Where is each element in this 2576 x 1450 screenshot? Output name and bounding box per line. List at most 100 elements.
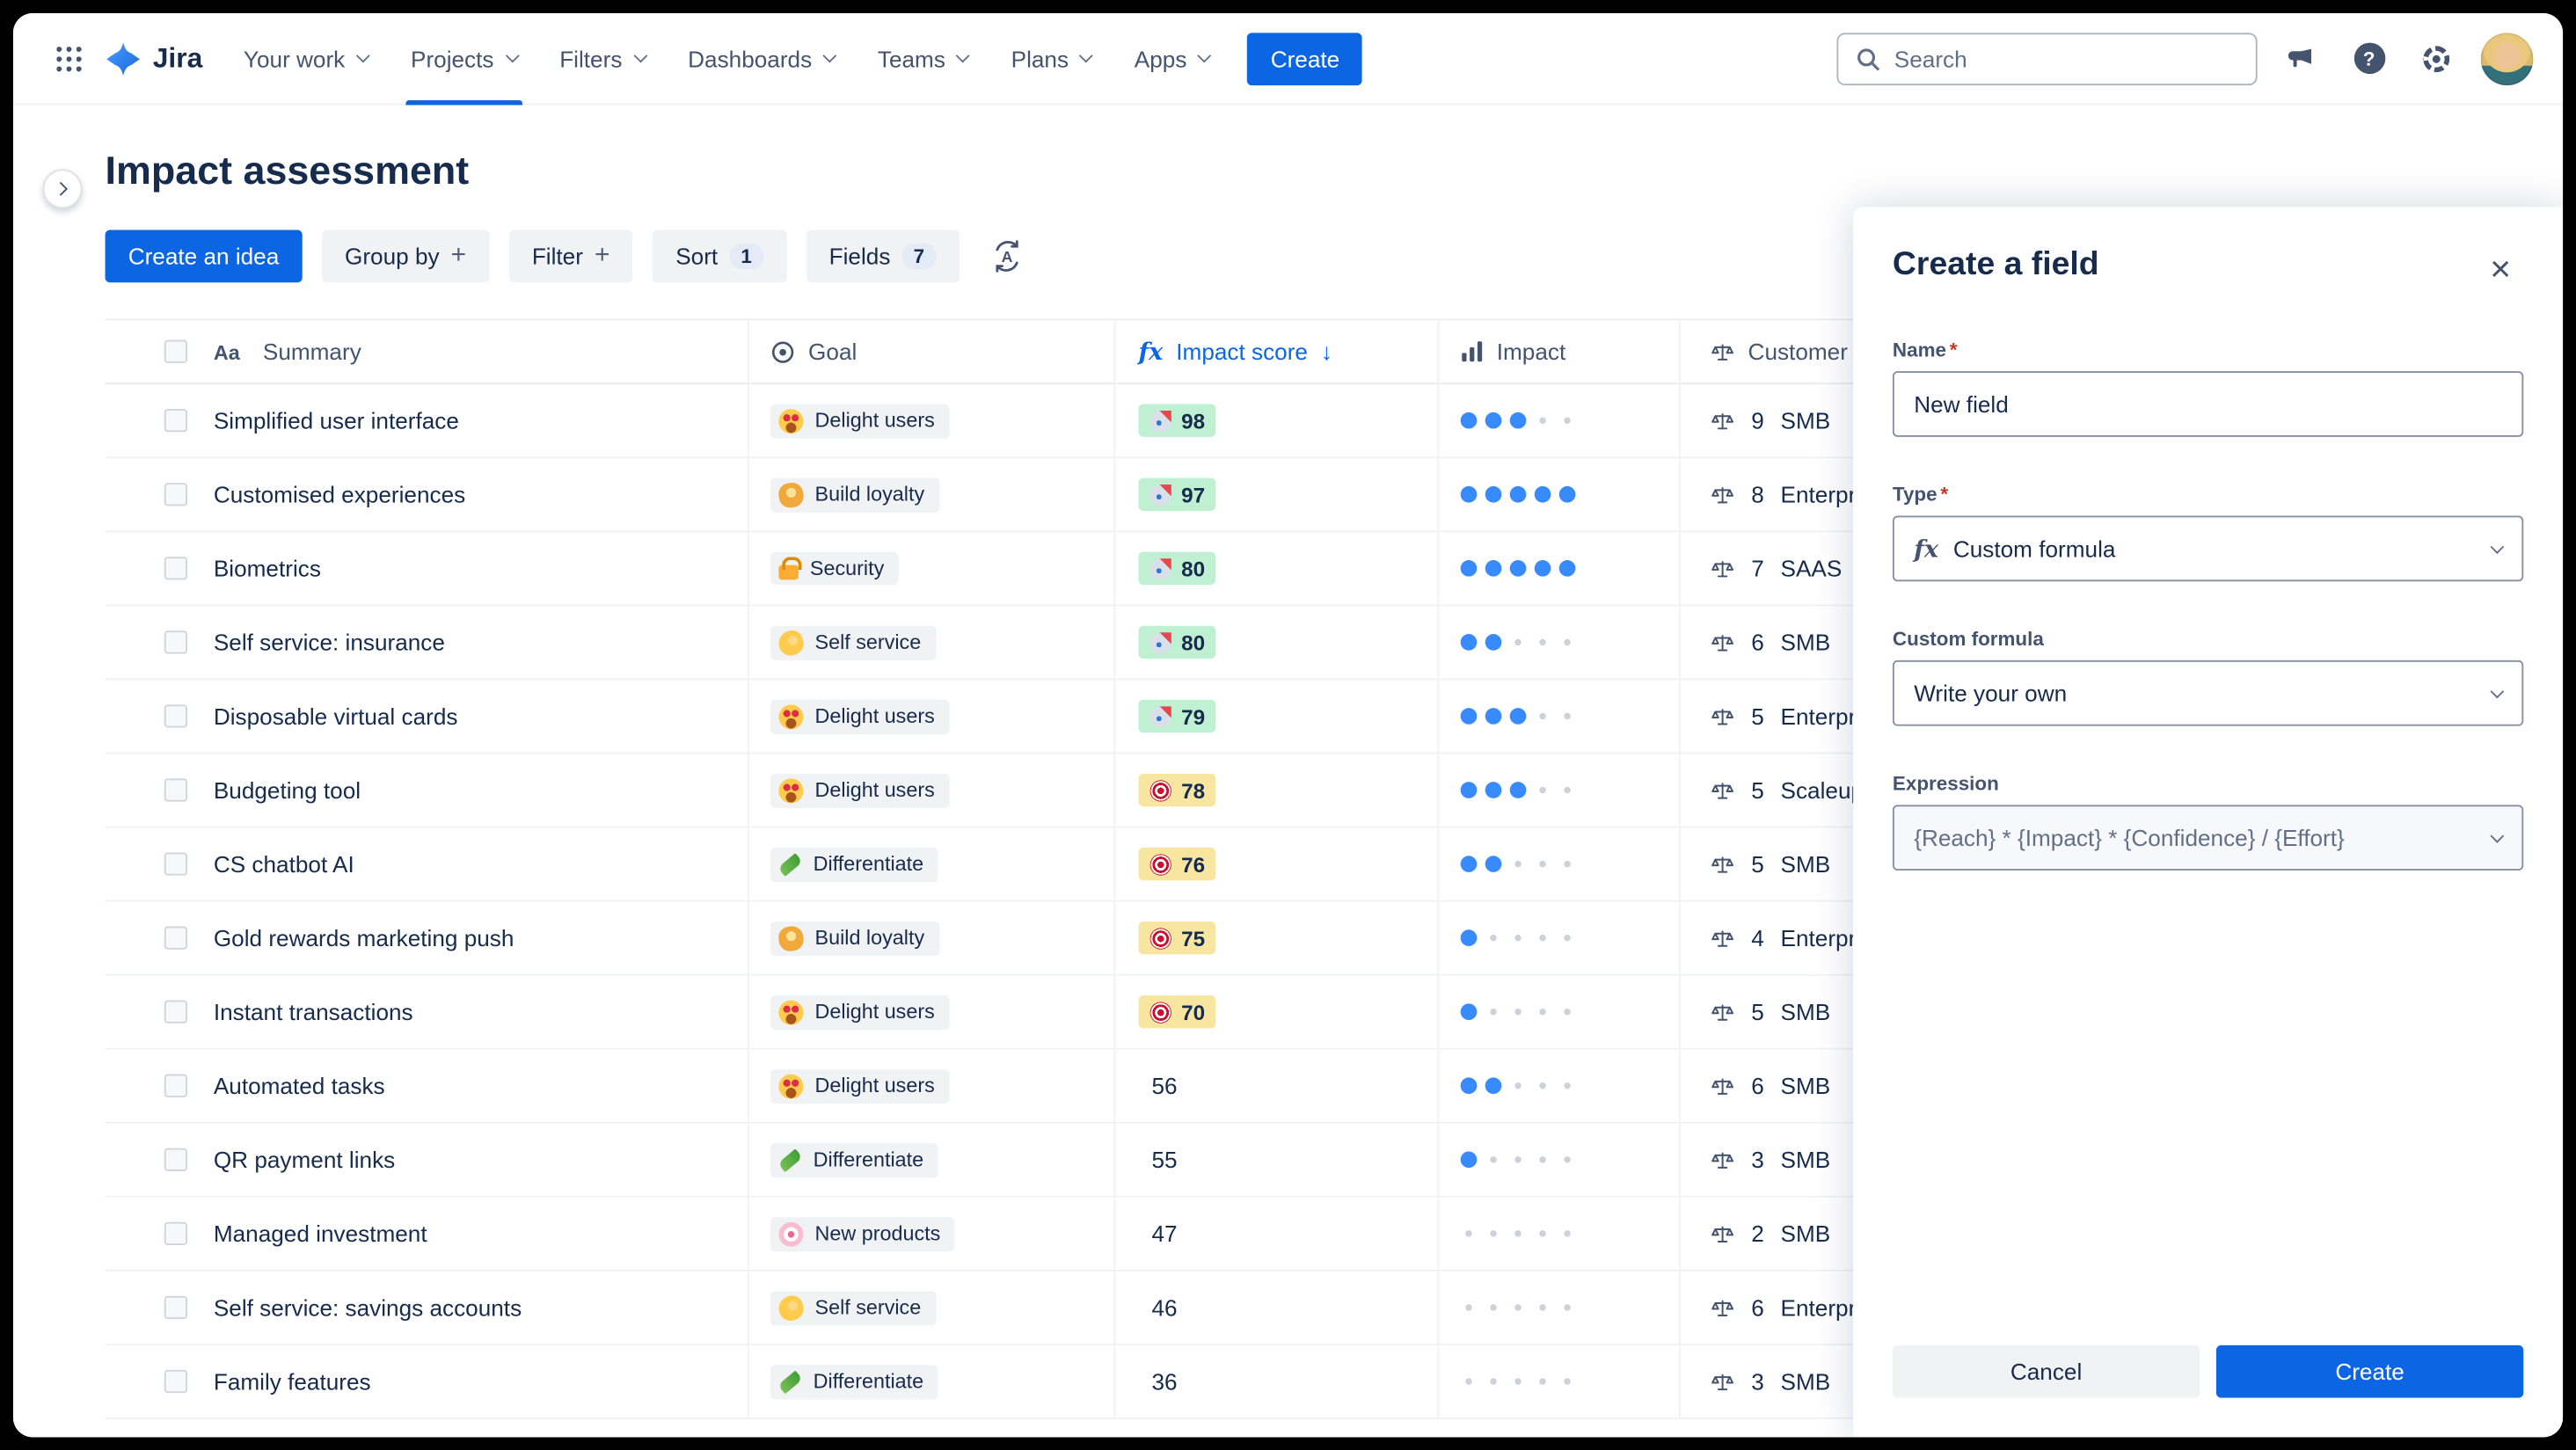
global-create-button[interactable]: Create <box>1247 32 1363 85</box>
impact-score-value: 78 <box>1181 777 1206 803</box>
goal-emoji-icon <box>778 557 802 580</box>
table-row[interactable]: Instant transactions Delight users 70 5 … <box>105 975 2093 1050</box>
row-checkbox[interactable] <box>164 409 187 433</box>
user-avatar[interactable] <box>2480 32 2534 85</box>
nav-item-apps[interactable]: Apps <box>1113 13 1231 105</box>
table-row[interactable]: QR payment links Differentiate 55 3 SMB <box>105 1123 2093 1198</box>
chevron-down-icon <box>956 47 971 62</box>
row-checkbox[interactable] <box>164 1221 187 1245</box>
impact-score-value: 47 <box>1151 1220 1178 1247</box>
row-checkbox[interactable] <box>164 704 187 728</box>
row-checkbox[interactable] <box>164 778 187 802</box>
table-row[interactable]: Simplified user interface Delight users … <box>105 384 2093 459</box>
nav-item-your-work[interactable]: Your work <box>223 13 390 105</box>
nav-item-plans[interactable]: Plans <box>989 13 1113 105</box>
impact-score-value: 80 <box>1181 630 1206 655</box>
announcements-button[interactable] <box>2279 35 2324 81</box>
type-select[interactable]: fx Custom formula <box>1892 515 2524 582</box>
create-idea-button[interactable]: Create an idea <box>105 230 303 283</box>
table-row[interactable]: Biometrics Security 80 7 SAAS <box>105 532 2093 607</box>
table-row[interactable]: Customised experiences Build loyalty 97 … <box>105 458 2093 533</box>
chevron-down-icon <box>2490 828 2505 843</box>
help-button[interactable]: ? <box>2346 35 2392 81</box>
goal-chip: Self service <box>770 1290 937 1325</box>
table-row[interactable]: Self service: savings accounts Self serv… <box>105 1271 2093 1345</box>
column-header-summary[interactable]: Aa Summary <box>197 320 748 383</box>
customer-label: SAAS <box>1780 555 1843 582</box>
table-row[interactable]: Gold rewards marketing push Build loyalt… <box>105 901 2093 976</box>
sidebar-expand-button[interactable] <box>42 169 83 209</box>
goal-emoji-icon <box>777 1369 803 1394</box>
select-all-checkbox[interactable] <box>164 339 187 363</box>
goal-label: Differentiate <box>813 852 924 876</box>
goal-label: Delight users <box>814 1000 935 1024</box>
table-row[interactable]: Managed investment New products 47 2 SMB <box>105 1197 2093 1271</box>
table-row[interactable]: Family features Differentiate 36 3 SMB <box>105 1344 2093 1419</box>
nav-right-cluster: ? <box>1836 32 2534 85</box>
row-checkbox[interactable] <box>164 1148 187 1171</box>
row-checkbox[interactable] <box>164 483 187 506</box>
nav-item-dashboards[interactable]: Dashboards <box>667 13 857 105</box>
customer-count: 5 <box>1751 998 1764 1025</box>
table-row[interactable]: Budgeting tool Delight users 78 5 Scaleu… <box>105 754 2093 828</box>
top-nav: Jira Your work Projects Filters Dashboar… <box>12 12 2564 106</box>
goal-emoji-icon <box>778 408 804 434</box>
row-checkbox[interactable] <box>164 1000 187 1024</box>
close-icon[interactable]: × <box>2477 246 2523 292</box>
customer-count: 5 <box>1751 850 1764 878</box>
table-row[interactable]: Self service: insurance Self service 80 … <box>105 606 2093 681</box>
column-header-impact-score[interactable]: fx Impact score ↓ <box>1113 320 1438 383</box>
column-header-impact[interactable]: Impact <box>1437 320 1680 383</box>
sort-order-button[interactable]: A <box>979 230 1035 283</box>
filter-button[interactable]: Filter + <box>508 230 633 283</box>
search-input[interactable] <box>1894 45 2240 72</box>
group-by-button[interactable]: Group by + <box>321 230 490 283</box>
customer-count: 5 <box>1751 703 1764 730</box>
dart-icon <box>1149 853 1171 875</box>
row-checkbox[interactable] <box>164 926 187 950</box>
create-field-button[interactable]: Create <box>2215 1344 2524 1398</box>
nav-item-filters[interactable]: Filters <box>538 13 667 105</box>
field-name-input[interactable] <box>1901 390 2515 418</box>
row-checkbox[interactable] <box>164 557 187 580</box>
row-checkbox[interactable] <box>164 1295 187 1320</box>
row-checkbox[interactable] <box>164 1074 187 1097</box>
ideas-table: Aa Summary Goal fx Impact score ↓ Impact Cu… <box>105 318 2093 1419</box>
expression-select[interactable]: {Reach} * {Impact} * {Confidence} / {Eff… <box>1892 805 2524 871</box>
goal-chip: Security <box>770 551 900 586</box>
impact-dots <box>1460 708 1576 725</box>
cancel-button[interactable]: Cancel <box>1892 1344 2200 1398</box>
goal-emoji-icon <box>776 627 806 658</box>
nav-item-teams[interactable]: Teams <box>857 13 990 105</box>
impact-score-value: 75 <box>1181 925 1206 951</box>
customer-label: SMB <box>1780 998 1831 1025</box>
goal-chip: Differentiate <box>770 846 938 882</box>
row-checkbox[interactable] <box>164 630 187 654</box>
app-switcher-button[interactable] <box>43 32 96 84</box>
row-summary: Disposable virtual cards <box>213 703 458 730</box>
chevron-down-icon <box>355 47 370 62</box>
sort-button[interactable]: Sort 1 <box>653 230 787 283</box>
fields-button[interactable]: Fields 7 <box>806 230 960 283</box>
table-row[interactable]: Automated tasks Delight users 56 6 SMB <box>105 1049 2093 1124</box>
table-row[interactable]: Disposable virtual cards Delight users 7… <box>105 680 2093 754</box>
chevron-down-icon <box>822 47 837 62</box>
impact-score-chip: 98 <box>1138 404 1217 437</box>
nav-item-projects[interactable]: Projects <box>390 13 538 105</box>
custom-formula-select[interactable]: Write your own <box>1892 659 2524 726</box>
impact-score-value: 46 <box>1151 1293 1178 1321</box>
global-search[interactable] <box>1836 32 2258 85</box>
settings-button[interactable] <box>2413 35 2459 81</box>
scale-icon <box>1711 1221 1735 1246</box>
row-summary: Instant transactions <box>213 998 413 1025</box>
column-header-goal[interactable]: Goal <box>747 320 1114 383</box>
goal-emoji-icon <box>778 1220 804 1246</box>
goal-label: Delight users <box>814 704 935 728</box>
plus-icon: + <box>450 241 467 270</box>
jira-brand[interactable]: Jira <box>95 40 222 77</box>
row-checkbox[interactable] <box>164 852 187 876</box>
row-checkbox[interactable] <box>164 1369 187 1394</box>
table-row[interactable]: CS chatbot AI Differentiate 76 5 SMB <box>105 827 2093 902</box>
goal-label: Delight users <box>814 778 935 802</box>
customer-label: SMB <box>1780 1072 1831 1099</box>
